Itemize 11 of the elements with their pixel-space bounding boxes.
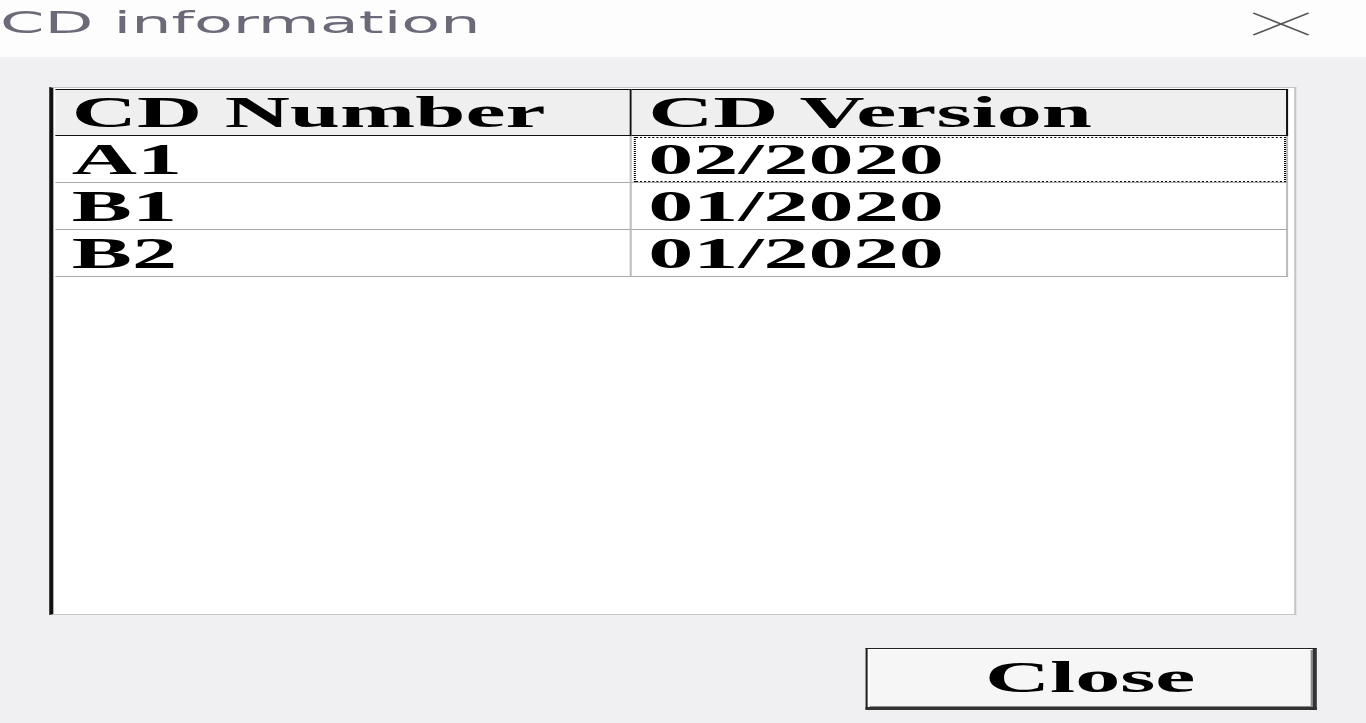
close-icon[interactable] xyxy=(1251,12,1311,36)
column-header: CD Number xyxy=(55,89,632,136)
table-cell: B1 xyxy=(55,183,632,230)
window-title: CD information xyxy=(0,3,481,42)
table-cell: 01/2020 xyxy=(631,183,1289,230)
table-cell: A1 xyxy=(55,136,632,183)
table-cell: 01/2020 xyxy=(631,230,1289,277)
table-cell: B2 xyxy=(55,230,632,277)
table-cell: 02/2020 xyxy=(631,136,1289,183)
column-header: CD Version xyxy=(631,89,1289,136)
close-button[interactable]: Close xyxy=(865,648,1317,710)
